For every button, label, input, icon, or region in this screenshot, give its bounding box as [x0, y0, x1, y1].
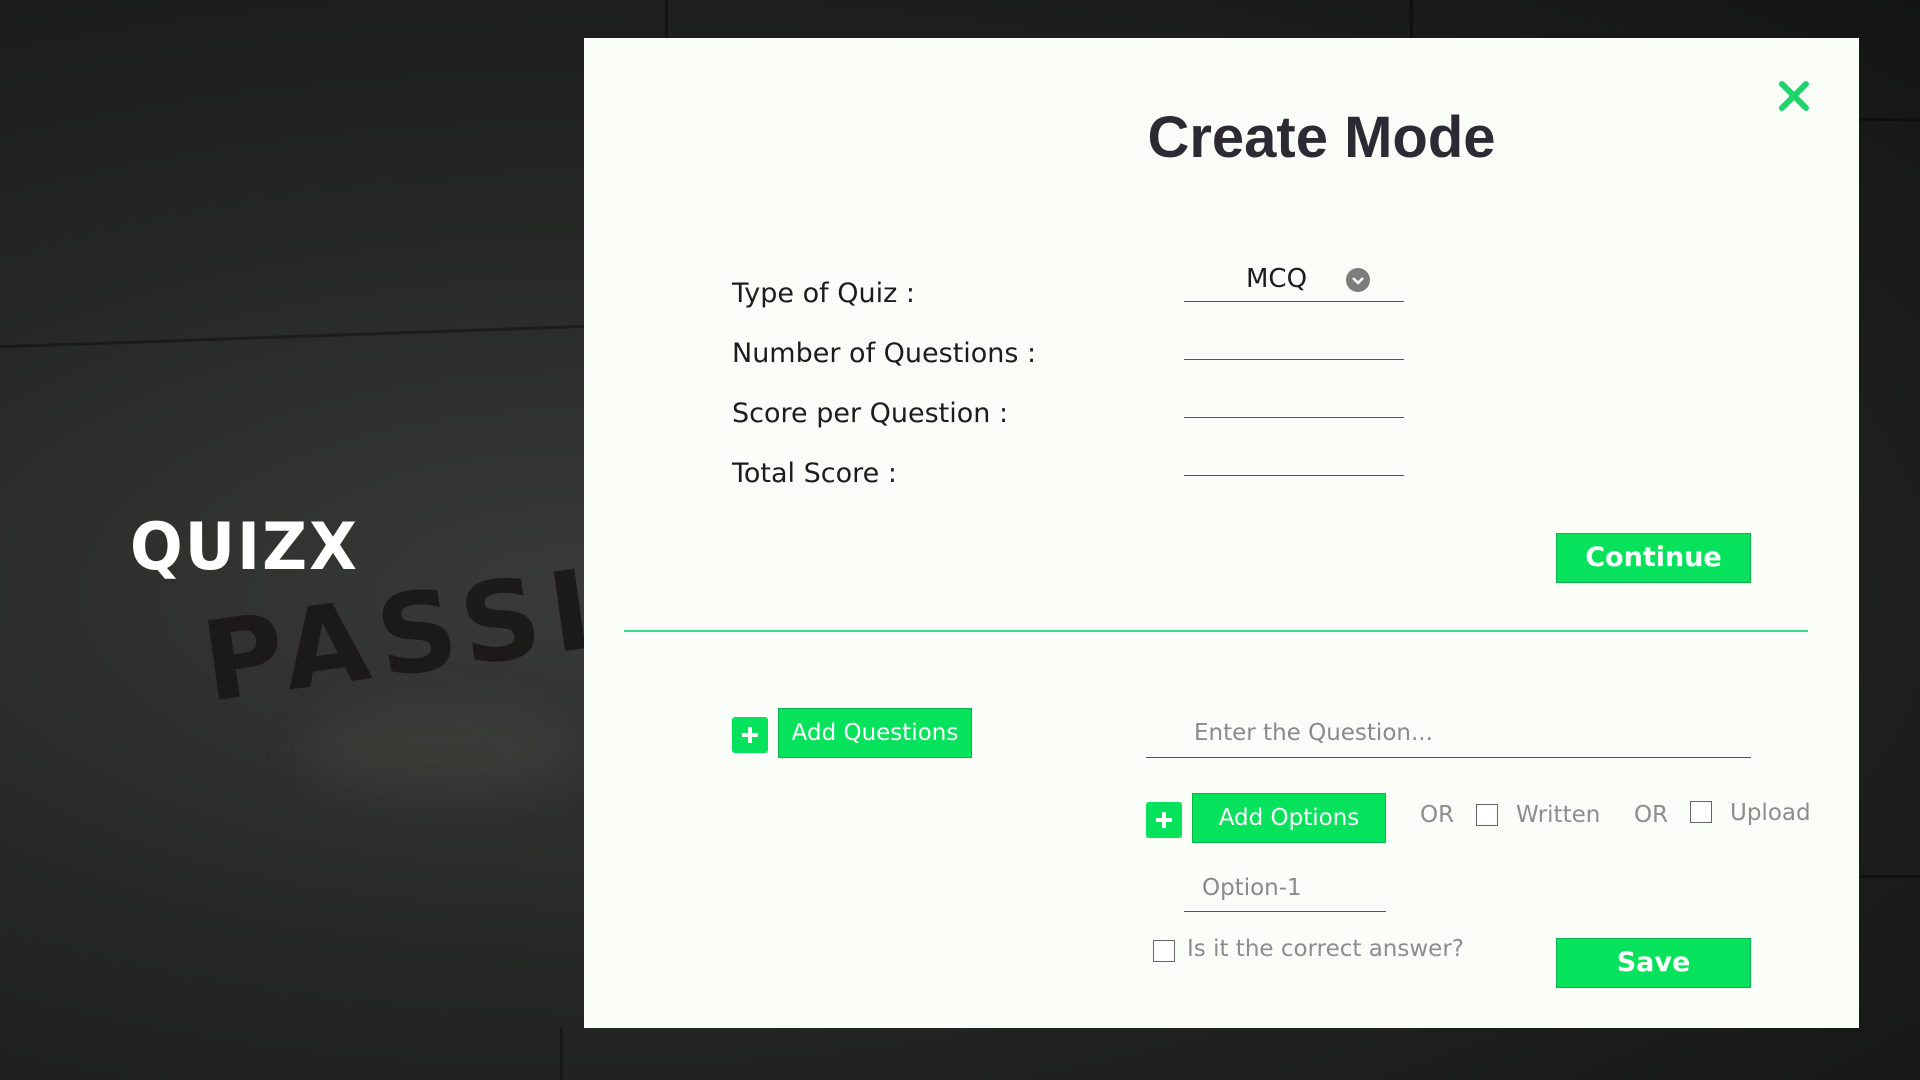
total-score-field[interactable]	[1184, 436, 1404, 476]
add-questions-button[interactable]: Add Questions	[778, 708, 972, 758]
background-blur	[300, 700, 580, 800]
written-label: Written	[1516, 802, 1601, 828]
quiz-type-select[interactable]: MCQ	[1184, 262, 1404, 302]
upload-checkbox[interactable]	[1690, 801, 1712, 823]
page-title: Create Mode	[1147, 105, 1496, 170]
section-divider	[624, 630, 1808, 632]
number-of-questions-field[interactable]	[1184, 320, 1404, 360]
background-tile-line	[560, 1028, 563, 1080]
number-of-questions-label: Number of Questions :	[732, 338, 1037, 369]
written-checkbox[interactable]	[1476, 804, 1498, 826]
question-input[interactable]	[1146, 708, 1751, 758]
background-tile-line	[1859, 875, 1920, 878]
background-tile-line	[1410, 0, 1413, 40]
add-question-plus-icon[interactable]	[732, 717, 768, 753]
total-score-label: Total Score :	[732, 458, 897, 489]
chevron-down-icon	[1346, 268, 1370, 292]
correct-answer-checkbox[interactable]	[1153, 940, 1175, 962]
correct-answer-label: Is it the correct answer?	[1187, 936, 1464, 962]
background-tile-line	[665, 0, 668, 40]
upload-label: Upload	[1730, 800, 1811, 826]
option-input[interactable]	[1184, 864, 1386, 912]
close-icon[interactable]	[1774, 76, 1814, 116]
add-option-plus-icon[interactable]	[1146, 802, 1182, 838]
app-logo: QUIZX	[130, 508, 359, 585]
score-per-question-field[interactable]	[1184, 378, 1404, 418]
score-per-question-label: Score per Question :	[732, 398, 1009, 429]
quiz-type-value: MCQ	[1246, 264, 1308, 294]
or-separator: OR	[1634, 802, 1669, 828]
add-options-button[interactable]: Add Options	[1192, 793, 1386, 843]
or-separator: OR	[1420, 802, 1455, 828]
create-mode-dialog: Create Mode Type of Quiz : MCQ Number of…	[584, 38, 1859, 1028]
save-button[interactable]: Save	[1556, 938, 1751, 988]
background-tile-line	[0, 324, 590, 349]
type-of-quiz-label: Type of Quiz :	[732, 278, 915, 309]
continue-button[interactable]: Continue	[1556, 533, 1751, 583]
background-tile-line	[1859, 118, 1920, 121]
